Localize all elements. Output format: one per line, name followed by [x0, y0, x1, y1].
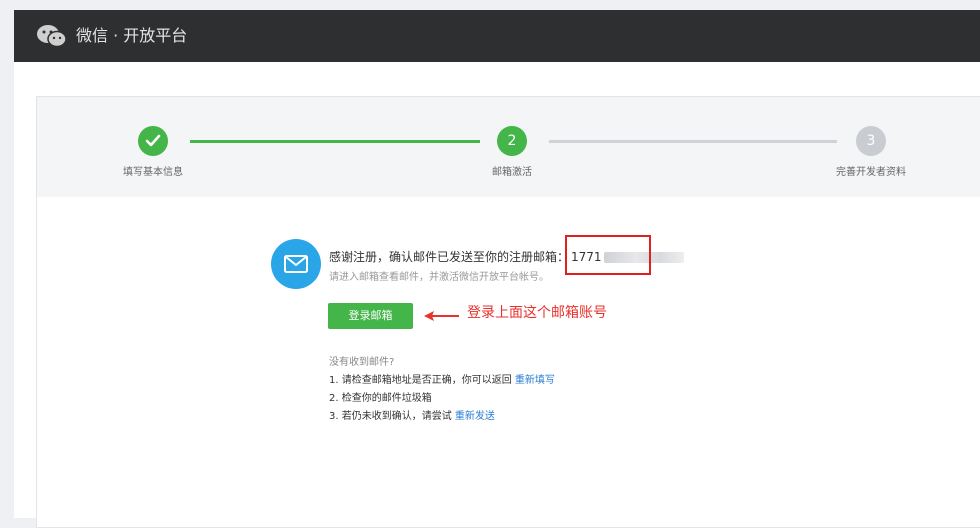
- wechat-logo-icon[interactable]: [36, 24, 68, 48]
- red-arrow-left-icon: [424, 311, 459, 321]
- email-highlight-box: [565, 235, 651, 275]
- step-2-label: 邮箱激活: [492, 167, 532, 178]
- registration-card: 2 3 填写基本信息 邮箱激活 完善开发者资料 感谢注册，确认邮件已发送至你的注…: [36, 96, 980, 528]
- step-2-marker: 2: [497, 126, 527, 156]
- step-connector-completed: [190, 140, 480, 143]
- help-item-3-text: 3. 若仍未收到确认，请尝试: [329, 411, 452, 422]
- help-section: 没有收到邮件? 1. 请检查邮箱地址是否正确，你可以返回 重新填写 2. 检查你…: [329, 354, 555, 426]
- login-mailbox-button[interactable]: 登录邮箱: [328, 303, 413, 329]
- step-connector-pending: [549, 140, 837, 143]
- help-question: 没有收到邮件?: [329, 357, 395, 368]
- refill-link[interactable]: 重新填写: [515, 375, 555, 386]
- progress-steps: 2 3 填写基本信息 邮箱激活 完善开发者资料: [37, 97, 980, 197]
- step-1-done-marker: [138, 126, 168, 156]
- step-1-label: 填写基本信息: [123, 167, 183, 178]
- main-content: 2 3 填写基本信息 邮箱激活 完善开发者资料 感谢注册，确认邮件已发送至你的注…: [14, 62, 980, 528]
- help-item-2: 2. 检查你的邮件垃圾箱: [329, 393, 432, 404]
- envelope-icon: [271, 239, 321, 289]
- help-item-1-text: 1. 请检查邮箱地址是否正确，你可以返回: [329, 375, 512, 386]
- annotation-text: 登录上面这个邮箱账号: [467, 305, 607, 321]
- help-item-3: 3. 若仍未收到确认，请尝试 重新发送: [329, 408, 555, 426]
- resend-link[interactable]: 重新发送: [455, 411, 495, 422]
- confirmation-text: 感谢注册，确认邮件已发送至你的注册邮箱：: [329, 250, 570, 264]
- step-3-marker: 3: [856, 126, 886, 156]
- top-header-bar: 微信 · 开放平台: [14, 10, 980, 62]
- step-3-label: 完善开发者资料: [836, 167, 906, 178]
- help-item-1: 1. 请检查邮箱地址是否正确，你可以返回 重新填写: [329, 372, 555, 390]
- checkmark-icon: [145, 134, 161, 147]
- platform-title[interactable]: 微信 · 开放平台: [76, 10, 187, 62]
- confirmation-subtext: 请进入邮箱查看邮件，并激活微信开放平台帐号。: [329, 272, 549, 283]
